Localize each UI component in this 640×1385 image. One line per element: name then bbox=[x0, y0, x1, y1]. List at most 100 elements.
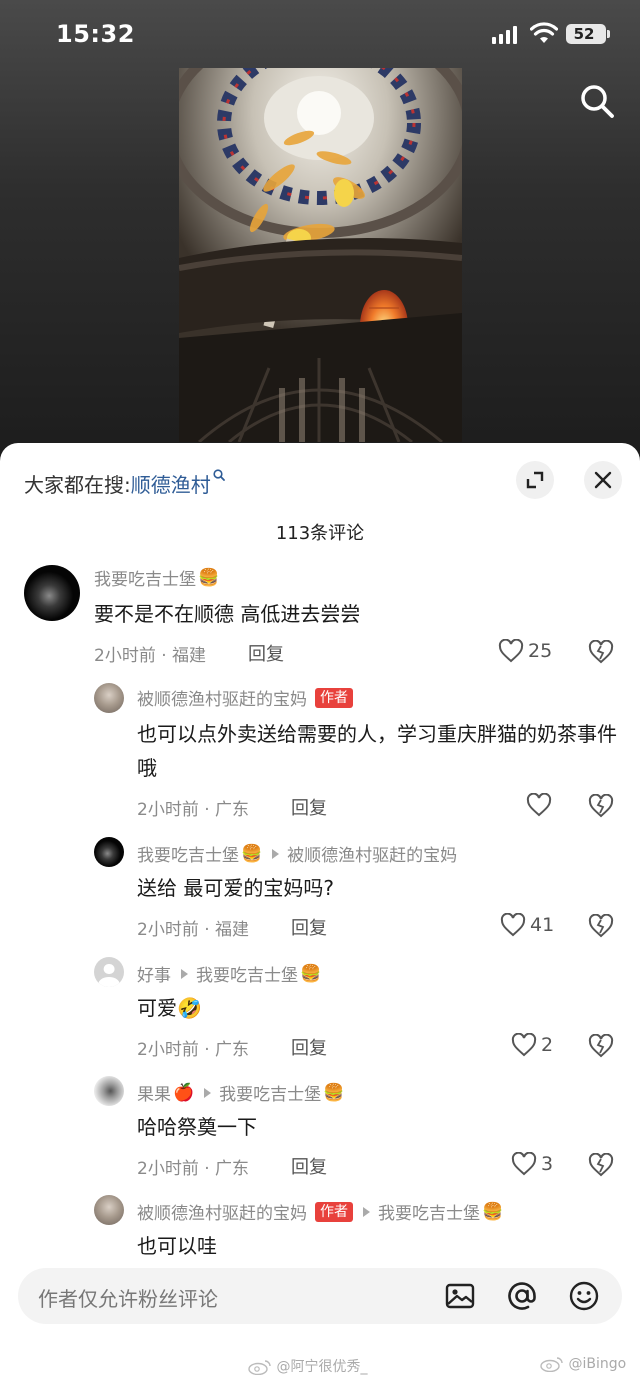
heart-icon bbox=[511, 1033, 537, 1057]
like-button[interactable]: 41 bbox=[500, 913, 554, 937]
reply-to-user[interactable]: 我要吃吉士堡 bbox=[219, 1080, 321, 1105]
reply-item: 好事 我要吃吉士堡 🍔 可爱🤣 2小时前 · 广东 回复 2 bbox=[0, 957, 640, 1067]
reply-arrow-icon bbox=[204, 1087, 212, 1098]
comment-username[interactable]: 果果 🍎 我要吃吉士堡 🍔 bbox=[137, 1080, 345, 1106]
comment-meta: 2小时前 · 福建 bbox=[137, 920, 250, 940]
comment-input-bar[interactable]: 作者仅允许粉丝评论 bbox=[18, 1268, 622, 1324]
burger-emoji: 🍔 bbox=[300, 963, 322, 984]
avatar[interactable] bbox=[24, 565, 80, 621]
reply-button[interactable]: 回复 bbox=[291, 914, 327, 940]
close-button[interactable] bbox=[584, 461, 622, 499]
reply-arrow-icon bbox=[363, 1206, 370, 1217]
hot-search-keyword[interactable]: 顺德渔村 bbox=[131, 473, 211, 497]
weibo-icon bbox=[540, 1357, 563, 1373]
reply-to-user[interactable]: 我要吃吉士堡 bbox=[378, 1199, 480, 1224]
hot-search-bar[interactable]: 大家都在搜:顺德渔村 bbox=[24, 469, 225, 498]
reply-button[interactable]: 回复 bbox=[291, 794, 327, 820]
emoji-icon[interactable] bbox=[568, 1280, 600, 1312]
search-icon bbox=[213, 469, 225, 481]
status-bar: 15:32 52 bbox=[0, 0, 640, 70]
burger-emoji: 🍔 bbox=[323, 1082, 345, 1103]
reply-item: 果果 🍎 我要吃吉士堡 🍔 哈哈祭奠一下 2小时前 · 广东 回复 3 bbox=[0, 1076, 640, 1186]
battery-level: 52 bbox=[573, 25, 595, 43]
comment-text: 哈哈祭奠一下 bbox=[137, 1115, 257, 1139]
burger-emoji: 🍔 bbox=[198, 567, 220, 588]
dislike-icon[interactable] bbox=[588, 914, 614, 938]
username-text: 被顺德渔村驱赶的宝妈 bbox=[137, 690, 307, 710]
dislike-icon[interactable] bbox=[588, 794, 614, 818]
comment-input-placeholder[interactable]: 作者仅允许粉丝评论 bbox=[38, 1283, 218, 1312]
avatar[interactable] bbox=[94, 683, 124, 713]
watermark-right-text: @iBingo bbox=[568, 1356, 627, 1372]
avatar[interactable] bbox=[94, 1076, 124, 1106]
burger-emoji: 🍔 bbox=[241, 843, 263, 864]
comment-text: 也可以点外卖送给需要的人，学习重庆胖猫的奶茶事件哦 bbox=[137, 722, 617, 780]
watermark-right: @iBingo bbox=[540, 1356, 627, 1373]
dislike-icon[interactable] bbox=[588, 640, 614, 664]
watermark-left-text: @阿宁很优秀_ bbox=[276, 1359, 368, 1375]
reply-button[interactable]: 回复 bbox=[291, 1153, 327, 1179]
comment-username[interactable]: 好事 我要吃吉士堡 🍔 bbox=[137, 961, 322, 987]
dislike-icon[interactable] bbox=[588, 1034, 614, 1058]
username-text: 我要吃吉士堡 bbox=[94, 570, 196, 590]
heart-icon bbox=[500, 913, 526, 937]
avatar[interactable] bbox=[94, 837, 124, 867]
search-icon[interactable] bbox=[578, 82, 616, 120]
username-text: 好事 bbox=[137, 966, 171, 986]
like-button[interactable]: 2 bbox=[511, 1033, 553, 1057]
reply-button[interactable]: 回复 bbox=[248, 640, 284, 666]
reply-item: 被顺德渔村驱赶的宝妈 作者 也可以点外卖送给需要的人，学习重庆胖猫的奶茶事件哦 2… bbox=[0, 679, 640, 829]
username-text: 我要吃吉士堡 bbox=[137, 846, 239, 866]
battery-indicator: 52 bbox=[566, 24, 610, 44]
reply-arrow-icon bbox=[181, 968, 188, 979]
wifi-icon bbox=[530, 22, 558, 43]
comment-username[interactable]: 我要吃吉士堡 🍔 bbox=[94, 565, 220, 591]
reply-arrow-icon bbox=[272, 848, 280, 859]
comment-text: 送给 最可爱的宝妈吗? bbox=[137, 876, 334, 900]
comment-text: 也可以哇 bbox=[137, 1234, 217, 1258]
like-count: 3 bbox=[541, 1153, 554, 1175]
reply-button[interactable]: 回复 bbox=[291, 1034, 327, 1060]
burger-emoji: 🍔 bbox=[482, 1201, 504, 1222]
reply-to-user[interactable]: 我要吃吉士堡 bbox=[196, 961, 298, 986]
comment-username[interactable]: 被顺德渔村驱赶的宝妈 作者 我要吃吉士堡 🍔 bbox=[137, 1199, 503, 1224]
reply-to-user[interactable]: 被顺德渔村驱赶的宝妈 bbox=[287, 841, 457, 866]
like-button[interactable] bbox=[526, 793, 556, 817]
comment-text-body: 可爱 bbox=[137, 996, 177, 1020]
comment-meta: 2小时前 · 福建 bbox=[94, 646, 207, 666]
video-thumbnail[interactable] bbox=[179, 68, 462, 442]
image-icon[interactable] bbox=[444, 1280, 476, 1312]
like-count: 25 bbox=[528, 640, 553, 662]
like-count: 2 bbox=[541, 1034, 554, 1056]
comment-count: 113条评论 bbox=[275, 523, 365, 544]
like-button[interactable]: 25 bbox=[498, 639, 552, 663]
comment-username[interactable]: 我要吃吉士堡 🍔 被顺德渔村驱赶的宝妈 bbox=[137, 841, 457, 867]
at-icon[interactable] bbox=[506, 1280, 538, 1312]
reply-item: 我要吃吉士堡 🍔 被顺德渔村驱赶的宝妈 送给 最可爱的宝妈吗? 2小时前 · 福建 … bbox=[0, 837, 640, 947]
avatar[interactable] bbox=[94, 957, 124, 987]
like-count: 41 bbox=[530, 914, 555, 936]
atrium-lanterns-image bbox=[179, 68, 462, 442]
reply-item: 被顺德渔村驱赶的宝妈 作者 我要吃吉士堡 🍔 也可以哇 bbox=[0, 1195, 640, 1265]
watermark-left: @阿宁很优秀_ bbox=[248, 1356, 367, 1376]
comment-meta: 2小时前 · 广东 bbox=[137, 800, 250, 820]
username-text: 被顺德渔村驱赶的宝妈 bbox=[137, 1204, 307, 1224]
heart-icon bbox=[498, 639, 524, 663]
avatar[interactable] bbox=[94, 1195, 124, 1225]
apple-emoji: 🍎 bbox=[173, 1082, 195, 1103]
author-badge: 作者 bbox=[315, 1201, 353, 1222]
author-badge: 作者 bbox=[315, 687, 353, 708]
expand-button[interactable] bbox=[516, 461, 554, 499]
username-text: 果果 bbox=[137, 1085, 171, 1105]
heart-icon bbox=[511, 1152, 537, 1176]
comment-meta: 2小时前 · 广东 bbox=[137, 1159, 250, 1179]
laughing-emoji: 🤣 bbox=[177, 996, 202, 1020]
comment-text: 要不是不在顺德 高低进去尝尝 bbox=[94, 602, 361, 626]
comment-sheet: 大家都在搜:顺德渔村 113条评论 我要吃吉士堡 🍔 要不是不在顺德 高低进去尝尝… bbox=[0, 443, 640, 1385]
comment-username[interactable]: 被顺德渔村驱赶的宝妈 作者 bbox=[137, 685, 353, 710]
comment-text: 可爱🤣 bbox=[137, 991, 617, 1025]
comment-meta: 2小时前 · 广东 bbox=[137, 1040, 250, 1060]
like-button[interactable]: 3 bbox=[511, 1152, 553, 1176]
dislike-icon[interactable] bbox=[588, 1153, 614, 1177]
weibo-icon bbox=[248, 1360, 271, 1376]
